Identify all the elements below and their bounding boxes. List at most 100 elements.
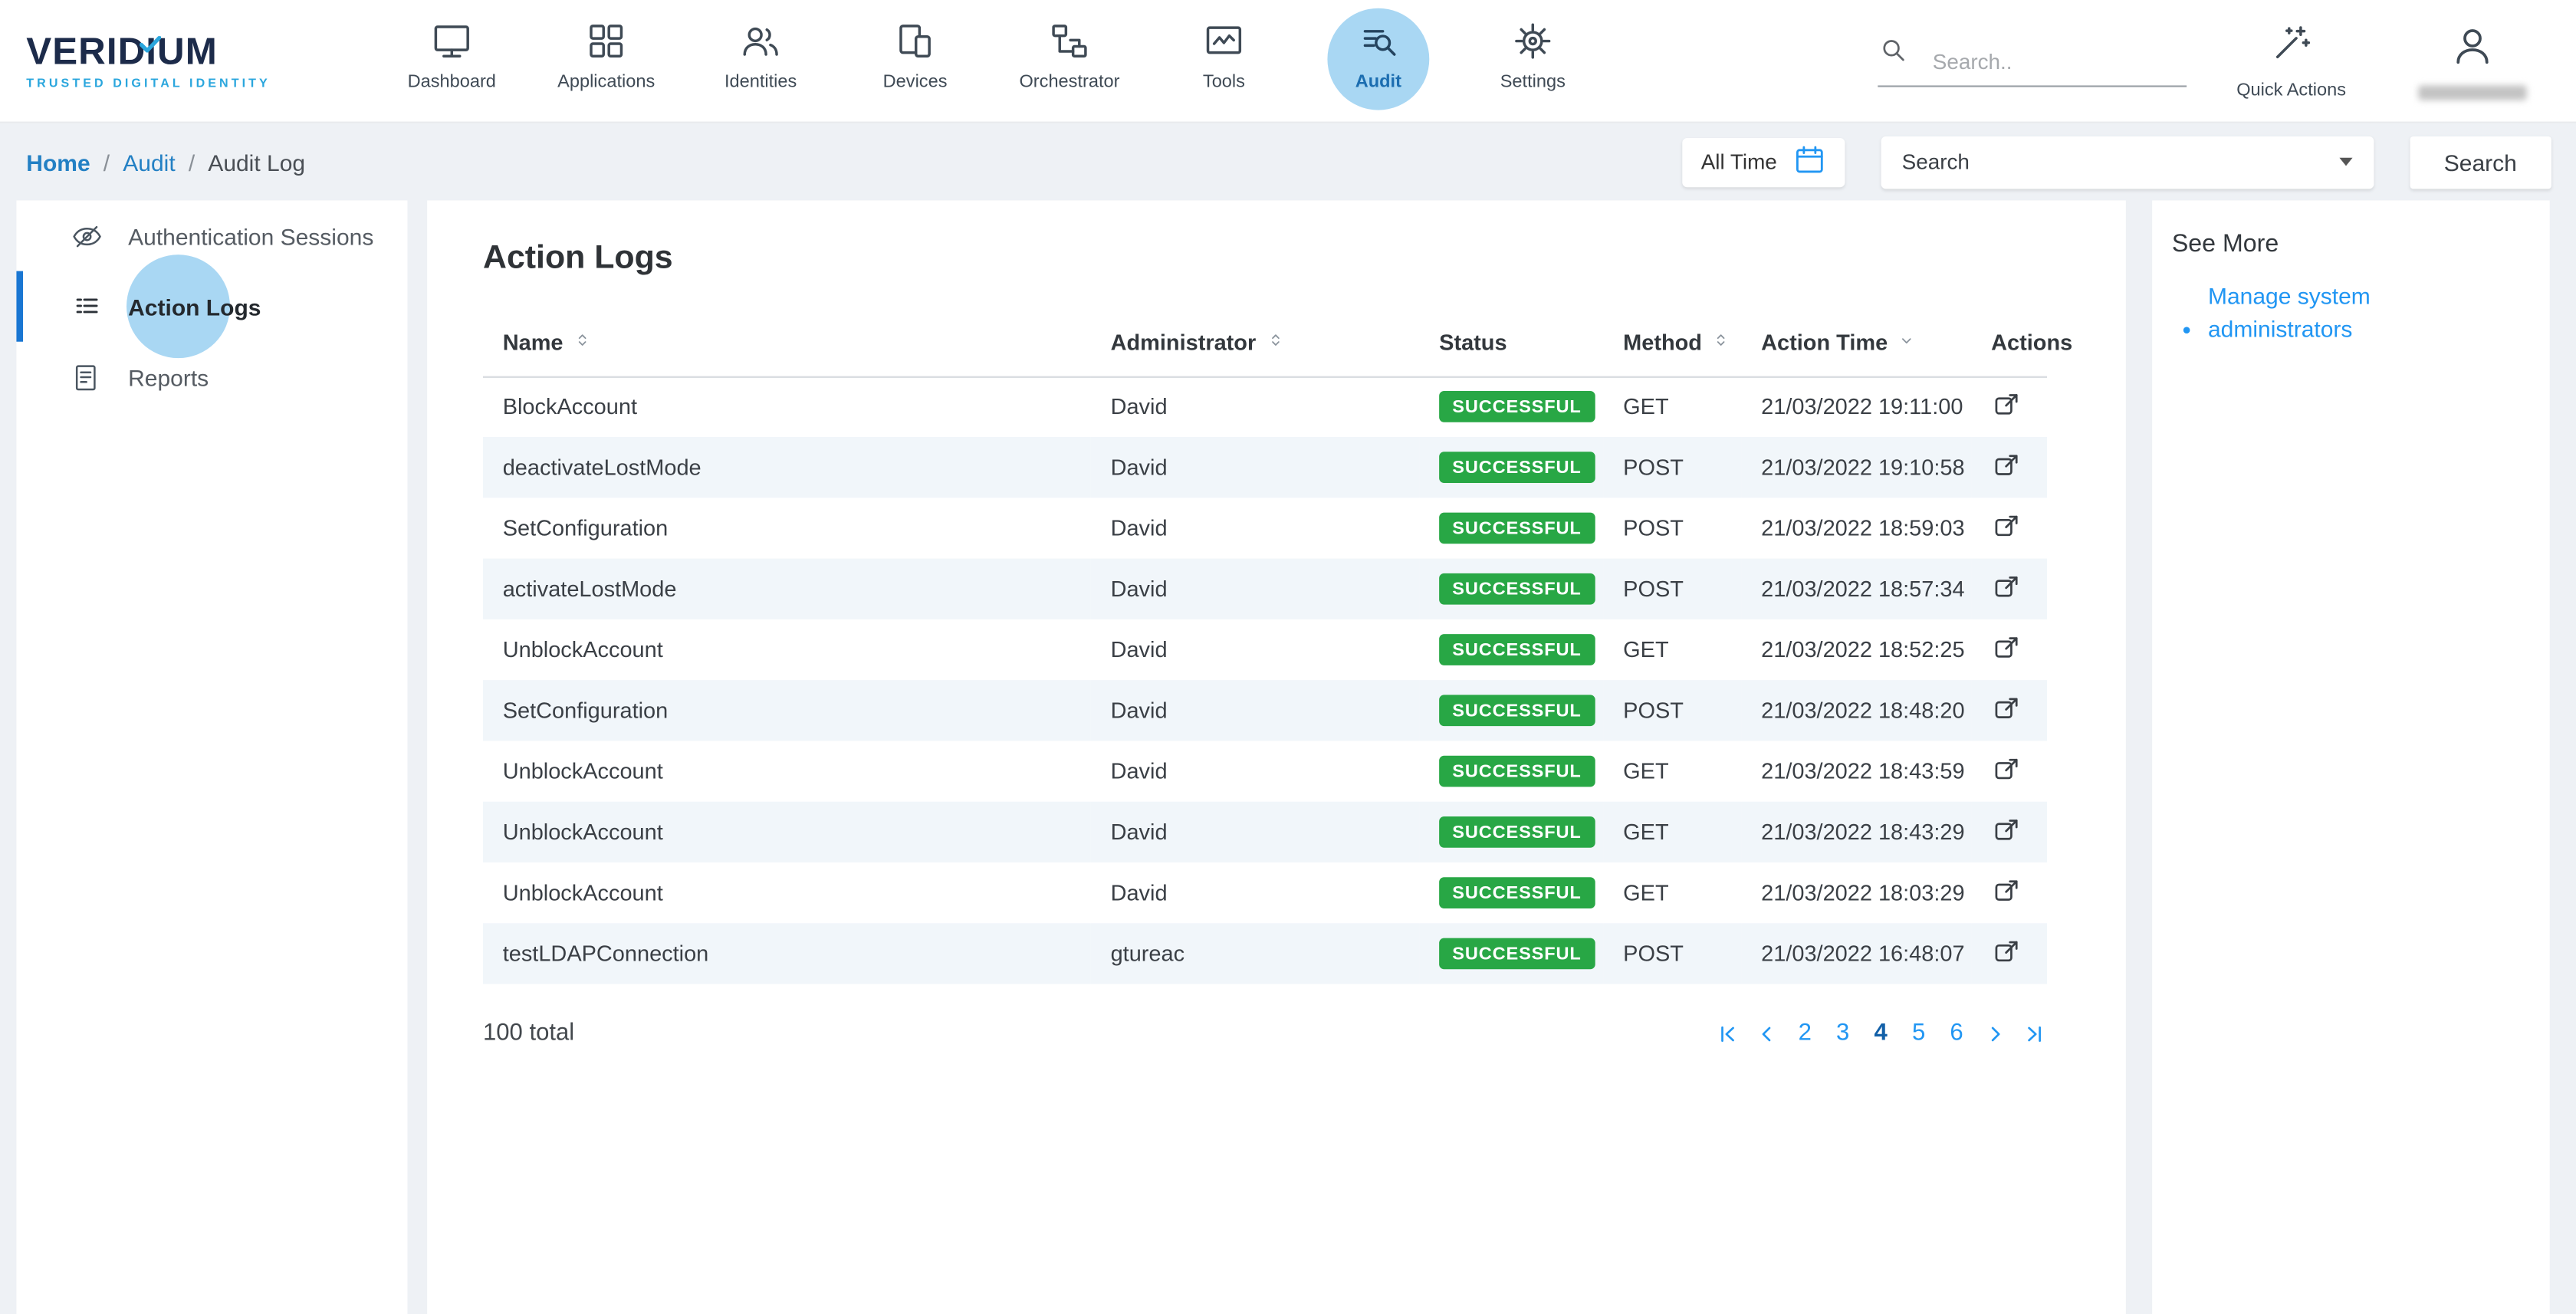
view-log-detail-button[interactable] [1991, 753, 2022, 784]
view-log-detail-button[interactable] [1991, 935, 2022, 967]
identities-icon [738, 18, 784, 64]
first-page-button[interactable] [1714, 1021, 1739, 1046]
sort-desc-icon [1898, 330, 1916, 355]
view-log-detail-button[interactable] [1991, 449, 2022, 481]
sort-icon [1266, 329, 1284, 356]
cell-status: SUCCESSFUL [1419, 923, 1603, 984]
view-log-detail-button[interactable] [1991, 875, 2022, 906]
nav-item-orchestrator[interactable]: Orchestrator [992, 0, 1146, 123]
applications-icon [583, 18, 629, 64]
nav-item-dashboard[interactable]: Dashboard [375, 0, 529, 123]
cell-administrator: David [1091, 437, 1420, 498]
quick-actions-button[interactable]: Quick Actions [2236, 21, 2346, 100]
logo-wordmark: VERIDIUM [26, 32, 318, 70]
logo-text-prefix: VERID [26, 32, 146, 70]
cell-actions [1971, 741, 2047, 801]
cell-action-time: 21/03/2022 18:52:25 [1741, 619, 1971, 680]
see-more-list: Manage system administrators [2172, 281, 2527, 345]
cell-action-time: 21/03/2022 18:03:29 [1741, 862, 1971, 923]
column-header-administrator[interactable]: Administrator [1091, 310, 1420, 376]
status-badge: SUCCESSFUL [1439, 573, 1595, 605]
breadcrumb-audit-link[interactable]: Audit [123, 149, 175, 175]
page-number-button[interactable]: 2 [1793, 1020, 1816, 1046]
sidebar-item-authentication-sessions[interactable]: Authentication Sessions [16, 200, 407, 271]
status-badge: SUCCESSFUL [1439, 938, 1595, 970]
cell-administrator: David [1091, 802, 1420, 862]
nav-item-label: Dashboard [408, 71, 496, 91]
logo-check-icon [140, 21, 161, 58]
status-badge: SUCCESSFUL [1439, 392, 1595, 423]
manage-system-administrators-link[interactable]: Manage system administrators [2208, 281, 2487, 345]
column-header-name[interactable]: Name [483, 310, 1091, 376]
search-field-select[interactable]: Search [1881, 136, 2374, 189]
column-header-label: Actions [1991, 330, 2072, 355]
main-navigation: Dashboard Applications Identities Device… [375, 0, 1610, 123]
nav-item-applications[interactable]: Applications [529, 0, 683, 123]
search-field-selected-value: Search [1902, 149, 1970, 174]
next-page-button[interactable] [1983, 1021, 2007, 1046]
nav-item-identities[interactable]: Identities [683, 0, 837, 123]
logo-tagline: TRUSTED DIGITAL IDENTITY [26, 75, 318, 90]
cell-method: POST [1603, 498, 1741, 558]
cell-status: SUCCESSFUL [1419, 862, 1603, 923]
view-log-detail-button[interactable] [1991, 632, 2022, 663]
view-log-detail-button[interactable] [1991, 692, 2022, 724]
nav-item-settings[interactable]: Settings [1456, 0, 1610, 123]
breadcrumb-filter-bar: Home / Audit / Audit Log All Time Search… [0, 123, 2576, 201]
cell-method: POST [1603, 680, 1741, 741]
previous-page-button[interactable] [1754, 1021, 1779, 1046]
status-badge: SUCCESSFUL [1439, 877, 1595, 908]
page-number-button[interactable]: 3 [1832, 1020, 1855, 1046]
user-menu[interactable] [2418, 22, 2526, 100]
top-navigation-bar: VERIDIUM TRUSTED DIGITAL IDENTITY Dashbo… [0, 0, 2576, 123]
total-count-label: 100 total [483, 1020, 574, 1046]
time-range-label: All Time [1701, 149, 1777, 174]
search-submit-button[interactable]: Search [2410, 136, 2551, 189]
cell-actions [1971, 559, 2047, 619]
breadcrumb-current: Audit Log [208, 149, 305, 175]
sidebar-item-label: Action Logs [128, 294, 261, 320]
nav-item-tools[interactable]: Tools [1147, 0, 1301, 123]
quick-actions-label: Quick Actions [2236, 80, 2346, 100]
cell-name: UnblockAccount [483, 862, 1091, 923]
devices-icon [892, 18, 938, 64]
active-indicator-bar [16, 271, 23, 342]
settings-gear-icon [1510, 18, 1556, 64]
cell-status: SUCCESSFUL [1419, 376, 1603, 437]
nav-item-devices[interactable]: Devices [838, 0, 992, 123]
column-header-method[interactable]: Method [1603, 310, 1741, 376]
view-log-detail-button[interactable] [1991, 814, 2022, 846]
last-page-button[interactable] [2022, 1021, 2047, 1046]
table-row: testLDAPConnection gtureac SUCCESSFUL PO… [483, 923, 2047, 984]
table-row: SetConfiguration David SUCCESSFUL POST 2… [483, 498, 2047, 558]
view-log-detail-button[interactable] [1991, 571, 2022, 603]
audit-sidebar: Authentication Sessions Action Logs Repo… [16, 200, 407, 1314]
sort-icon [1712, 329, 1730, 356]
view-log-detail-button[interactable] [1991, 510, 2022, 541]
global-search-input[interactable] [1933, 49, 2171, 74]
cell-status: SUCCESSFUL [1419, 680, 1603, 741]
table-row: deactivateLostMode David SUCCESSFUL POST… [483, 437, 2047, 498]
nav-item-audit[interactable]: Audit [1301, 0, 1455, 123]
cell-administrator: David [1091, 619, 1420, 680]
veridium-logo[interactable]: VERIDIUM TRUSTED DIGITAL IDENTITY [26, 32, 318, 90]
status-badge: SUCCESSFUL [1439, 634, 1595, 665]
sidebar-item-reports[interactable]: Reports [16, 342, 407, 412]
table-header-row: Name Administrator Status Method Action … [483, 310, 2047, 376]
orchestrator-icon [1046, 18, 1092, 64]
cell-method: GET [1603, 741, 1741, 801]
time-range-button[interactable]: All Time [1683, 137, 1845, 186]
breadcrumb-home-link[interactable]: Home [26, 149, 90, 175]
sidebar-item-action-logs[interactable]: Action Logs [16, 271, 407, 342]
cell-status: SUCCESSFUL [1419, 802, 1603, 862]
cell-name: SetConfiguration [483, 680, 1091, 741]
column-header-action-time[interactable]: Action Time [1741, 310, 1971, 376]
table-row: SetConfiguration David SUCCESSFUL POST 2… [483, 680, 2047, 741]
magic-wand-icon [2270, 21, 2313, 72]
page-number-button[interactable]: 5 [1907, 1020, 1930, 1046]
cell-action-time: 21/03/2022 18:57:34 [1741, 559, 1971, 619]
view-log-detail-button[interactable] [1991, 389, 2022, 420]
page-number-button-current[interactable]: 4 [1869, 1020, 1892, 1046]
cell-actions [1971, 862, 2047, 923]
page-number-button[interactable]: 6 [1945, 1020, 1968, 1046]
